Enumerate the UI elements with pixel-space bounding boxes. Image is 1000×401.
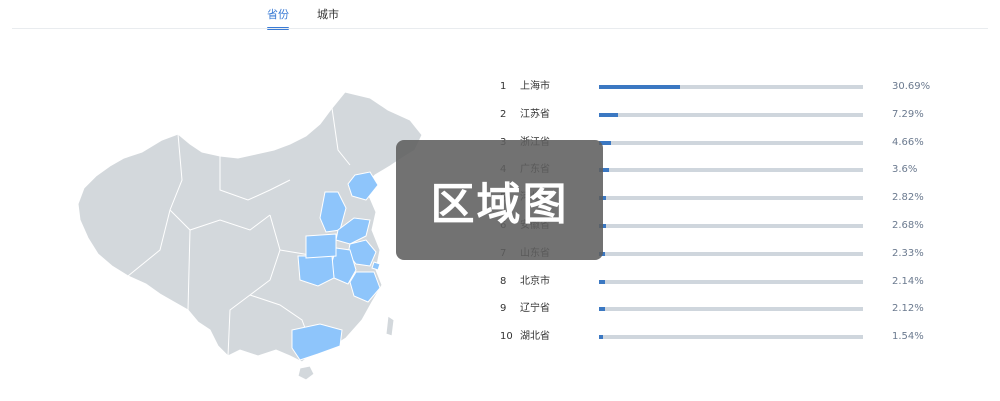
ranking-percent: 2.14% — [892, 275, 924, 287]
ranking-province-name: 辽宁省 — [520, 303, 550, 315]
map-henan[interactable] — [305, 233, 337, 259]
ranking-bar-fill — [599, 307, 605, 312]
ranking-percent: 2.12% — [892, 303, 924, 315]
ranking-percent: 2.68% — [892, 220, 924, 231]
tab-city[interactable]: 城市 — [317, 6, 339, 30]
ranking-row[interactable]: 2 江苏省 7.29% — [490, 104, 950, 126]
ranking-bar-fill — [599, 335, 604, 340]
region-tabs: 省份 城市 — [0, 0, 1000, 30]
ranking-bar-track — [599, 140, 863, 145]
ranking-bar-track — [599, 335, 863, 340]
ranking-province-name: 江苏省 — [520, 108, 550, 120]
ranking-bar-track — [599, 85, 863, 89]
ranking-bar-track — [599, 224, 863, 228]
map-hainan[interactable] — [297, 365, 315, 381]
map-china-outline[interactable] — [77, 91, 423, 363]
ranking-bar-track — [599, 279, 863, 284]
ranking-percent: 3.6% — [892, 164, 918, 176]
ranking-rank: 9 — [500, 303, 507, 315]
ranking-bar-track — [599, 168, 863, 173]
ranking-province-name: 上海市 — [520, 81, 550, 92]
tab-divider — [12, 28, 988, 29]
ranking-province-name: 北京市 — [520, 275, 550, 287]
ranking-bar-fill — [599, 112, 619, 117]
ranking-percent: 1.54% — [892, 331, 924, 343]
china-map — [70, 80, 450, 390]
china-map-svg — [77, 91, 423, 381]
ranking-row[interactable]: 10 湖北省 1.54% — [490, 326, 950, 348]
ranking-rank: 1 — [500, 81, 507, 92]
ranking-bar-track — [599, 196, 863, 201]
overlay-title: 区域图 — [430, 179, 569, 230]
ranking-percent: 7.29% — [892, 108, 924, 120]
region-map-overlay: 区域图 — [396, 140, 603, 260]
ranking-province-name: 湖北省 — [520, 331, 550, 343]
ranking-row[interactable]: 9 辽宁省 2.12% — [490, 298, 950, 320]
ranking-percent: 2.33% — [892, 247, 924, 259]
ranking-rank: 2 — [500, 108, 507, 120]
ranking-percent: 30.69% — [892, 81, 931, 92]
ranking-bar-track — [599, 112, 863, 117]
ranking-percent: 2.82% — [892, 192, 924, 204]
ranking-percent: 4.66% — [892, 136, 924, 148]
tab-province[interactable]: 省份 — [267, 6, 289, 30]
ranking-row[interactable]: 8 北京市 2.14% — [490, 271, 950, 293]
ranking-rank: 10 — [500, 331, 513, 343]
ranking-bar-fill — [599, 85, 681, 89]
ranking-bar-track — [599, 251, 863, 256]
map-taiwan[interactable] — [385, 315, 395, 337]
ranking-rank: 8 — [500, 275, 507, 287]
ranking-bar-track — [599, 307, 863, 312]
map-shanghai[interactable] — [371, 261, 381, 271]
map-guangdong[interactable] — [291, 323, 343, 361]
ranking-bar-fill — [599, 279, 605, 284]
ranking-row[interactable]: 1 上海市 30.69% — [490, 76, 950, 98]
